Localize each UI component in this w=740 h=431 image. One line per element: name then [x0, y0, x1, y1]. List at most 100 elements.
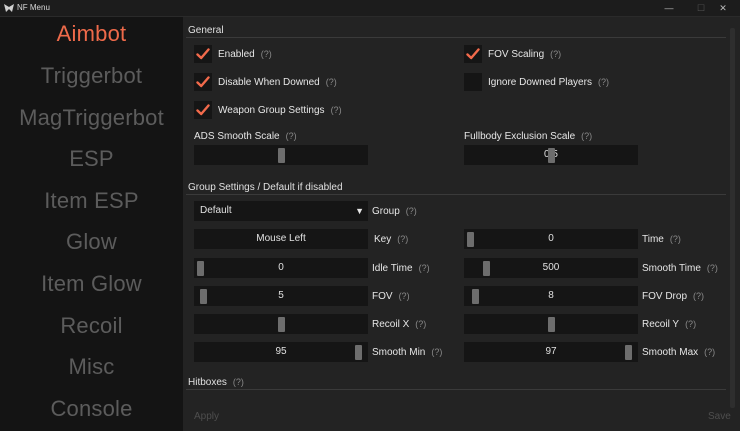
- key-label: Key (?): [374, 234, 409, 245]
- fullbody-exclusion-scale-label: Fullbody Exclusion Scale (?): [464, 131, 593, 142]
- key-bind-button[interactable]: Mouse Left: [194, 229, 368, 249]
- smooth-min-label: Smooth Min (?): [372, 347, 443, 358]
- sidebar-item-item-glow[interactable]: Item Glow: [0, 271, 183, 297]
- sidebar-item-misc[interactable]: Misc: [0, 354, 183, 380]
- slider-handle[interactable]: [278, 148, 285, 163]
- ads-smooth-scale-label: ADS Smooth Scale (?): [194, 131, 297, 142]
- app-logo-icon: [4, 4, 14, 12]
- apply-button[interactable]: Apply: [194, 411, 219, 422]
- group-settings-divider: [186, 194, 726, 195]
- smooth-min-slider[interactable]: 95: [194, 342, 368, 362]
- hitboxes-section-title: Hitboxes (?): [188, 377, 244, 388]
- fov-drop-label: FOV Drop (?): [642, 291, 705, 302]
- slider-handle[interactable]: [200, 289, 207, 304]
- fov-value: 5: [278, 290, 284, 301]
- ignore-downed-players-checkbox[interactable]: [464, 73, 482, 91]
- weapon-group-settings-checkbox[interactable]: [194, 101, 212, 119]
- slider-handle[interactable]: [355, 345, 362, 360]
- fov-scaling-label: FOV Scaling (?): [488, 49, 562, 60]
- minimize-button[interactable]: —: [652, 0, 686, 17]
- slider-handle[interactable]: [548, 317, 555, 332]
- slider-handle[interactable]: [483, 261, 490, 276]
- sidebar-item-console[interactable]: Console: [0, 396, 183, 422]
- smooth-max-value: 97: [545, 346, 557, 357]
- checkmark-icon: [196, 104, 210, 116]
- general-section-title: General: [188, 25, 224, 36]
- slider-handle[interactable]: [278, 317, 285, 332]
- smooth-time-slider[interactable]: 500: [464, 258, 638, 278]
- sidebar-item-glow[interactable]: Glow: [0, 229, 183, 255]
- ads-smooth-scale-slider[interactable]: 1: [194, 145, 368, 165]
- time-slider[interactable]: 0: [464, 229, 638, 249]
- scrollbar[interactable]: [730, 28, 735, 408]
- group-select[interactable]: Default ▼: [194, 201, 368, 221]
- fov-scaling-checkbox[interactable]: [464, 45, 482, 63]
- window-title: NF Menu: [17, 3, 50, 12]
- enabled-label: Enabled (?): [218, 49, 272, 60]
- sidebar-item-esp[interactable]: ESP: [0, 146, 183, 172]
- help-icon[interactable]: (?): [431, 347, 442, 357]
- sidebar-item-aimbot[interactable]: Aimbot: [0, 21, 183, 47]
- help-icon[interactable]: (?): [704, 347, 715, 357]
- fov-slider[interactable]: 5: [194, 286, 368, 306]
- fov-drop-value: 8: [548, 290, 554, 301]
- help-icon[interactable]: (?): [419, 263, 430, 273]
- idle-time-slider[interactable]: 0: [194, 258, 368, 278]
- save-button[interactable]: Save: [708, 411, 731, 422]
- help-icon[interactable]: (?): [406, 206, 417, 216]
- help-icon[interactable]: (?): [685, 319, 696, 329]
- slider-handle[interactable]: [625, 345, 632, 360]
- idle-time-value: 0: [278, 262, 284, 273]
- help-icon[interactable]: (?): [550, 49, 561, 59]
- checkmark-icon: [466, 48, 480, 60]
- idle-time-label: Idle Time (?): [372, 263, 430, 274]
- slider-handle[interactable]: [548, 148, 555, 163]
- recoil-x-label: Recoil X (?): [372, 319, 427, 330]
- weapon-group-settings-label: Weapon Group Settings (?): [218, 105, 342, 116]
- help-icon[interactable]: (?): [581, 131, 592, 141]
- help-icon[interactable]: (?): [399, 291, 410, 301]
- help-icon[interactable]: (?): [693, 291, 704, 301]
- slider-handle[interactable]: [467, 232, 474, 247]
- sidebar-item-recoil[interactable]: Recoil: [0, 313, 183, 339]
- general-divider: [186, 37, 726, 38]
- close-button[interactable]: ✕: [706, 0, 740, 17]
- smooth-time-label: Smooth Time (?): [642, 263, 718, 274]
- chevron-down-icon[interactable]: ▼: [355, 201, 364, 221]
- help-icon[interactable]: (?): [261, 49, 272, 59]
- checkmark-icon: [196, 48, 210, 60]
- group-label: Group (?): [372, 206, 417, 217]
- sidebar-item-item-esp[interactable]: Item ESP: [0, 188, 183, 214]
- help-icon[interactable]: (?): [286, 131, 297, 141]
- fullbody-exclusion-scale-slider[interactable]: 0.5: [464, 145, 638, 165]
- sidebar: Aimbot Triggerbot MagTriggerbot ESP Item…: [0, 17, 183, 431]
- recoil-y-slider[interactable]: 1: [464, 314, 638, 334]
- fov-label: FOV (?): [372, 291, 410, 302]
- sidebar-item-triggerbot[interactable]: Triggerbot: [0, 63, 183, 89]
- help-icon[interactable]: (?): [397, 234, 408, 244]
- help-icon[interactable]: (?): [415, 319, 426, 329]
- help-icon[interactable]: (?): [326, 77, 337, 87]
- disable-when-downed-checkbox[interactable]: [194, 73, 212, 91]
- checkmark-icon: [196, 76, 210, 88]
- recoil-y-label: Recoil Y (?): [642, 319, 697, 330]
- help-icon[interactable]: (?): [598, 77, 609, 87]
- group-settings-section-title: Group Settings / Default if disabled: [188, 182, 343, 193]
- disable-when-downed-label: Disable When Downed (?): [218, 77, 337, 88]
- enabled-checkbox[interactable]: [194, 45, 212, 63]
- title-bar: NF Menu — ☐ ✕: [0, 0, 740, 17]
- help-icon[interactable]: (?): [233, 377, 244, 387]
- recoil-x-slider[interactable]: 1: [194, 314, 368, 334]
- slider-handle[interactable]: [472, 289, 479, 304]
- help-icon[interactable]: (?): [670, 234, 681, 244]
- sidebar-item-magtriggerbot[interactable]: MagTriggerbot: [0, 105, 183, 131]
- slider-handle[interactable]: [197, 261, 204, 276]
- smooth-max-slider[interactable]: 97: [464, 342, 638, 362]
- ignore-downed-players-label: Ignore Downed Players (?): [488, 77, 609, 88]
- help-icon[interactable]: (?): [331, 105, 342, 115]
- fov-drop-slider[interactable]: 8: [464, 286, 638, 306]
- time-label: Time (?): [642, 234, 681, 245]
- smooth-max-label: Smooth Max (?): [642, 347, 716, 358]
- help-icon[interactable]: (?): [707, 263, 718, 273]
- hitboxes-divider: [186, 389, 726, 390]
